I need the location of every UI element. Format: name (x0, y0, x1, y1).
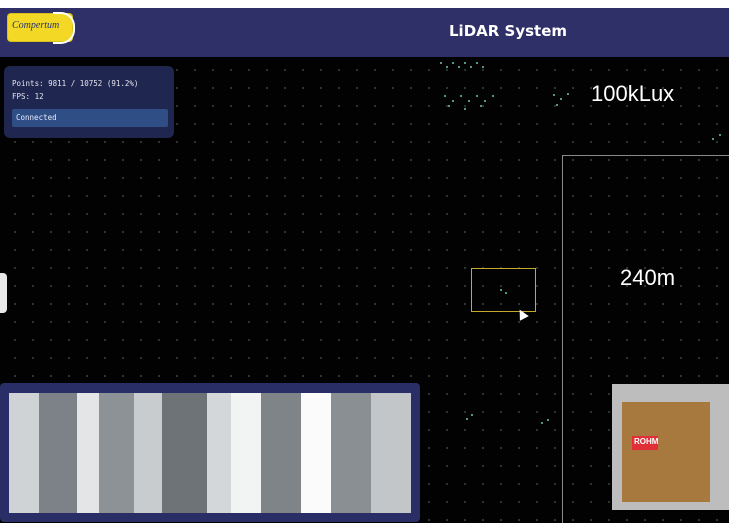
lidar-point (464, 108, 466, 110)
connection-status-text: Connected (16, 113, 57, 122)
illuminance-label: 100kLux (591, 81, 675, 106)
lidar-point (470, 66, 472, 68)
box-label-text: ROHM (634, 437, 659, 446)
lidar-point (505, 292, 507, 294)
camera-preview-panel (0, 383, 420, 522)
lidar-point (452, 100, 454, 102)
lidar-point (452, 62, 454, 64)
lidar-point (466, 418, 468, 420)
lidar-point (446, 66, 448, 68)
lidar-point (560, 98, 562, 100)
lidar-point (460, 95, 462, 97)
lidar-point (468, 100, 470, 102)
side-panel-handle[interactable] (0, 273, 7, 313)
cardboard-box (622, 402, 710, 502)
camera-preview-image (9, 393, 411, 513)
lidar-point (480, 105, 482, 107)
connection-status-badge: Connected (12, 109, 168, 127)
points-readout: Points: 9811 / 10752 (91.2%) (12, 79, 139, 88)
roi-selection-box[interactable] (471, 268, 536, 312)
lidar-point (547, 419, 549, 421)
lidar-point (556, 104, 558, 106)
lidar-point (471, 414, 473, 416)
lidar-point (482, 66, 484, 68)
lidar-point (458, 66, 460, 68)
lidar-point (464, 62, 466, 64)
box-label: ROHM (632, 436, 658, 450)
lidar-point (719, 134, 721, 136)
lidar-point (541, 422, 543, 424)
lidar-point (476, 95, 478, 97)
app-title: LiDAR System (449, 22, 568, 40)
stats-panel: Points: 9811 / 10752 (91.2%) FPS: 12 Con… (4, 66, 174, 138)
lidar-point (444, 95, 446, 97)
company-logo: Compertum (8, 12, 75, 44)
range-label: 240m (620, 265, 676, 290)
lidar-point (476, 62, 478, 64)
reference-object-photo: ROHM (612, 384, 729, 510)
lidar-point (448, 105, 450, 107)
lidar-point (500, 289, 502, 291)
lidar-point (492, 95, 494, 97)
lidar-point (712, 138, 714, 140)
lidar-point (553, 94, 555, 96)
header-top-edge (0, 0, 729, 8)
app-header: Compertum LiDAR System (0, 0, 729, 57)
lidar-point (567, 93, 569, 95)
logo-swoosh (53, 12, 75, 44)
lidar-point (484, 100, 486, 102)
fps-readout: FPS: 12 (12, 92, 44, 101)
lidar-point (440, 62, 442, 64)
